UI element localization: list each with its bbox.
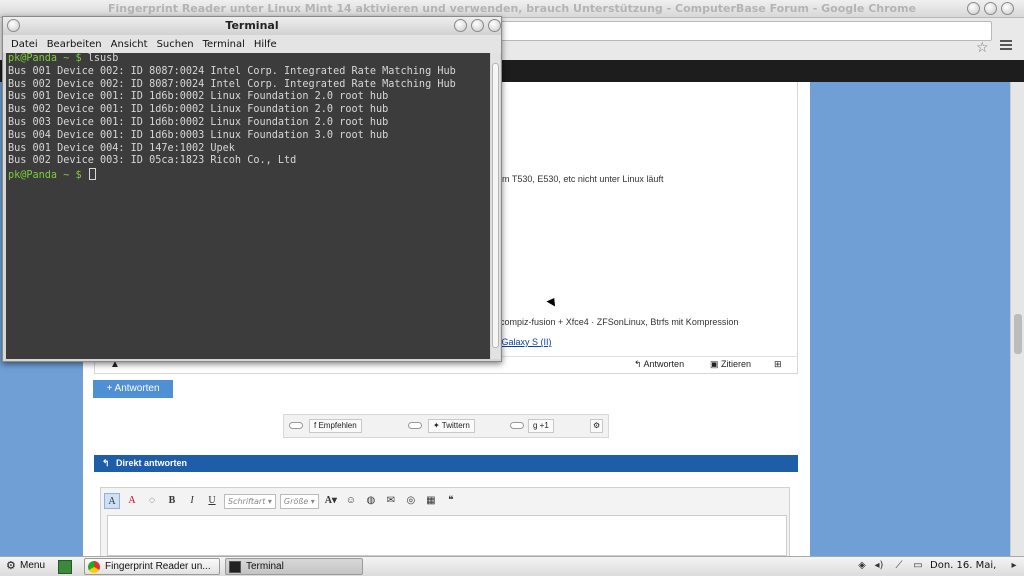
terminal-line: Bus 001 Device 002: ID 8087:0024 Intel C… bbox=[8, 65, 456, 77]
quote-icon: ▣ bbox=[710, 359, 722, 369]
direct-reply-title: Direkt antworten bbox=[116, 458, 188, 468]
terminal-line: Bus 004 Device 001: ID 1d6b:0003 Linux F… bbox=[8, 129, 389, 141]
terminal-line: Bus 001 Device 004: ID 147e:1002 Upek bbox=[8, 142, 235, 154]
remove-format-icon[interactable]: A bbox=[124, 493, 140, 509]
reply-post-button[interactable]: ↰ Antworten bbox=[634, 359, 684, 370]
quote-post-button[interactable]: ▣ Zitieren bbox=[710, 359, 751, 370]
share-toggle[interactable] bbox=[289, 422, 303, 429]
share-toggle[interactable] bbox=[408, 422, 422, 429]
post-signature-line: oom T530, E530, etc nicht unter Linux lä… bbox=[492, 174, 664, 184]
menu-ansicht[interactable]: Ansicht bbox=[111, 39, 148, 50]
window-menu-icon[interactable] bbox=[7, 19, 20, 32]
terminal-line: Bus 001 Device 001: ID 1d6b:0002 Linux F… bbox=[8, 91, 389, 103]
taskbar-item-terminal[interactable]: Terminal bbox=[225, 558, 363, 575]
terminal-line-command: pk@Panda ~ $ lsusb bbox=[8, 53, 488, 66]
terminal-window-controls bbox=[454, 19, 501, 32]
terminal-line: Bus 002 Device 002: ID 8087:0024 Intel C… bbox=[8, 78, 456, 90]
battery-icon[interactable]: ▭ bbox=[912, 560, 924, 572]
menu-bearbeiten[interactable]: Bearbeiten bbox=[47, 39, 102, 50]
terminal-scrollbar-thumb[interactable] bbox=[492, 63, 499, 348]
font-size-select[interactable]: Größe ▾ bbox=[279, 493, 319, 509]
post-signature-line: ), compiz-fusion + Xfce4 · ZFSonLinux, B… bbox=[492, 317, 739, 327]
chrome-icon bbox=[88, 561, 100, 573]
volume-icon[interactable]: ◂) bbox=[873, 560, 885, 572]
reply-arrow-icon: ↰ bbox=[102, 458, 110, 468]
mint-menu-icon: ⚙ bbox=[6, 560, 16, 572]
close-icon[interactable] bbox=[1001, 2, 1014, 15]
bookmark-star-icon[interactable]: ☆ bbox=[976, 40, 989, 56]
terminal-line: Bus 002 Device 003: ID 05ca:1823 Ricoh C… bbox=[8, 155, 297, 167]
shield-icon[interactable]: ◈ bbox=[856, 560, 868, 572]
show-desktop-icon[interactable] bbox=[58, 560, 72, 574]
address-bar[interactable] bbox=[500, 21, 992, 41]
menu-suchen[interactable]: Suchen bbox=[157, 39, 194, 50]
text-cursor bbox=[88, 168, 96, 181]
terminal-line-prompt: pk@Panda ~ $ bbox=[8, 168, 488, 183]
terminal-command: lsusb bbox=[87, 53, 119, 64]
terminal-line: Bus 002 Device 001: ID 1d6b:0002 Linux F… bbox=[8, 104, 389, 116]
terminal-menubar: Datei Bearbeiten Ansicht Suchen Terminal… bbox=[3, 35, 501, 53]
terminal-icon bbox=[229, 561, 241, 573]
twitter-button[interactable]: ✦ Twittern bbox=[428, 419, 475, 433]
terminal-line: Bus 003 Device 001: ID 1d6b:0002 Linux F… bbox=[8, 116, 389, 128]
terminal-prompt: pk@Panda ~ $ bbox=[8, 170, 82, 182]
font-family-select[interactable]: Schriftart ▾ bbox=[224, 493, 276, 509]
power-icon[interactable]: ▸ bbox=[1008, 560, 1020, 572]
close-icon[interactable] bbox=[488, 19, 501, 32]
page-scrollbar-thumb[interactable] bbox=[1014, 314, 1022, 354]
maximize-icon[interactable] bbox=[984, 2, 997, 15]
terminal-window-menu bbox=[7, 19, 20, 32]
reply-button[interactable]: + Antworten bbox=[93, 380, 173, 398]
menu-datei[interactable]: Datei bbox=[11, 39, 38, 50]
start-menu-button[interactable]: ⚙ Menu bbox=[6, 558, 45, 575]
smiley-icon[interactable]: ☺ bbox=[343, 493, 359, 509]
link-icon[interactable]: ◍ bbox=[363, 493, 379, 509]
underline-icon[interactable]: U bbox=[204, 493, 220, 509]
twitter-icon: ✦ bbox=[433, 421, 442, 430]
email-icon[interactable]: ✉ bbox=[383, 493, 399, 509]
terminal-title: Terminal bbox=[225, 19, 279, 32]
chrome-window-controls bbox=[967, 2, 1014, 15]
text-color-icon[interactable]: A▾ bbox=[323, 493, 339, 509]
italic-icon[interactable]: I bbox=[184, 493, 200, 509]
quote-icon[interactable]: ❝ bbox=[443, 493, 459, 509]
network-icon[interactable]: ⟋ bbox=[893, 560, 905, 572]
google-plus-icon: g bbox=[533, 421, 540, 430]
reply-textarea[interactable] bbox=[107, 515, 787, 556]
google-plus-button[interactable]: g +1 bbox=[528, 419, 554, 433]
terminal-prompt: pk@Panda ~ $ bbox=[8, 53, 82, 64]
image-icon[interactable]: ◎ bbox=[403, 493, 419, 509]
share-toggle[interactable] bbox=[510, 422, 524, 429]
terminal-output[interactable]: pk@Panda ~ $ lsusb Bus 001 Device 002: ID… bbox=[6, 53, 490, 359]
reply-arrow-icon: ↰ bbox=[634, 359, 644, 369]
facebook-recommend-button[interactable]: f Empfehlen bbox=[309, 419, 362, 433]
page-scrollbar[interactable] bbox=[1010, 82, 1024, 556]
eraser-icon[interactable]: ◌ bbox=[144, 493, 160, 509]
share-settings-icon[interactable]: ⚙ bbox=[590, 419, 604, 433]
menu-terminal[interactable]: Terminal bbox=[203, 39, 245, 50]
media-icon[interactable]: ▦ bbox=[423, 493, 439, 509]
minimize-icon[interactable] bbox=[967, 2, 980, 15]
chrome-menu-icon[interactable] bbox=[1000, 40, 1012, 52]
wysiwyg-toggle-icon[interactable]: A bbox=[104, 493, 120, 509]
terminal-title-bar[interactable]: Terminal bbox=[3, 17, 501, 35]
terminal-scrollbar[interactable] bbox=[491, 53, 500, 359]
menu-hilfe[interactable]: Hilfe bbox=[254, 39, 277, 50]
bold-icon[interactable]: B bbox=[164, 493, 180, 509]
maximize-icon[interactable] bbox=[471, 19, 484, 32]
terminal-window: Terminal Datei Bearbeiten Ansicht Suchen… bbox=[2, 16, 502, 362]
chrome-window-title: Fingerprint Reader unter Linux Mint 14 a… bbox=[107, 2, 917, 15]
multiquote-icon[interactable]: ⊞ bbox=[774, 359, 782, 370]
taskbar-item-chrome[interactable]: Fingerprint Reader un... bbox=[84, 558, 220, 575]
direct-reply-header: ↰ Direkt antworten bbox=[94, 455, 798, 472]
minimize-icon[interactable] bbox=[454, 19, 467, 32]
editor-toolbar: A A ◌ B I U Schriftart ▾ Größe ▾ A▾ ☺ ◍ … bbox=[104, 492, 459, 510]
